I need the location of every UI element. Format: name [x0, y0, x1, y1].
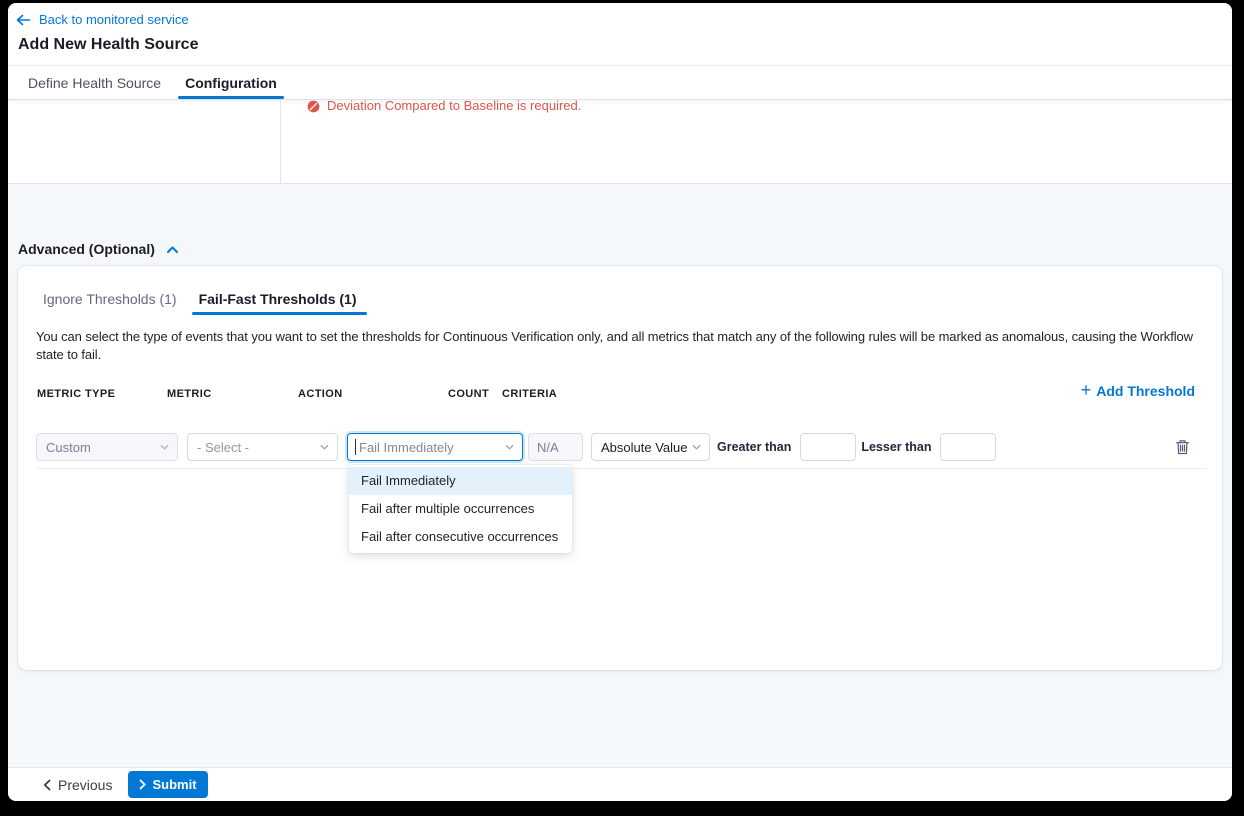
tab-define-health-source[interactable]: Define Health Source — [28, 66, 161, 99]
column-header-criteria: CRITERIA — [502, 388, 557, 400]
metric-type-select: Custom — [36, 433, 178, 461]
tab-configuration[interactable]: Configuration — [178, 66, 284, 99]
arrow-left-icon — [15, 13, 31, 27]
row-divider — [36, 468, 1207, 469]
error-circle-icon — [307, 100, 320, 113]
submit-label: Submit — [152, 777, 196, 792]
criteria-value: Absolute Value — [601, 440, 688, 455]
submit-button[interactable]: Submit — [128, 771, 207, 798]
greater-than-input[interactable] — [800, 433, 856, 461]
menu-item-fail-after-multiple[interactable]: Fail after multiple occurrences — [349, 495, 572, 523]
count-input: N/A — [528, 433, 583, 461]
configuration-panel: Deviation Compared to Baseline is requir… — [8, 100, 1232, 184]
metric-type-value: Custom — [46, 440, 91, 455]
error-message: Deviation Compared to Baseline is requir… — [327, 100, 581, 114]
back-button[interactable]: Back to monitored service — [8, 3, 189, 27]
threshold-row: Custom - Select - Fail Immediately — [36, 433, 1206, 461]
chevron-down-icon — [504, 442, 515, 453]
column-header-metric-type: METRIC TYPE — [37, 388, 115, 400]
delete-threshold-button[interactable] — [1175, 439, 1190, 455]
content-area: Advanced (Optional) Ignore Thresholds (1… — [8, 184, 1232, 767]
tab-fail-fast-thresholds[interactable]: Fail-Fast Thresholds (1) — [199, 291, 357, 315]
previous-label: Previous — [58, 777, 112, 793]
count-value: N/A — [537, 440, 559, 455]
plus-icon: + — [1081, 383, 1092, 397]
menu-item-fail-after-consecutive[interactable]: Fail after consecutive occurrences — [349, 523, 572, 551]
advanced-section-title: Advanced (Optional) — [18, 241, 155, 257]
action-select[interactable]: Fail Immediately — [347, 433, 523, 461]
column-header-action: ACTION — [298, 388, 343, 400]
greater-than-label: Greater than — [717, 440, 791, 454]
chevron-left-icon — [43, 779, 51, 791]
chevron-up-icon[interactable] — [166, 245, 179, 254]
column-header-count: COUNT — [448, 388, 489, 400]
metric-select[interactable]: - Select - — [187, 433, 338, 461]
page-title: Add New Health Source — [18, 36, 1232, 54]
wizard-footer: Previous Submit — [8, 767, 1232, 801]
thresholds-tab-bar: Ignore Thresholds (1) Fail-Fast Threshol… — [18, 266, 1222, 315]
thresholds-card: Ignore Thresholds (1) Fail-Fast Threshol… — [18, 266, 1222, 670]
chevron-down-icon — [319, 442, 330, 453]
add-threshold-button[interactable]: + Add Threshold — [1081, 383, 1195, 399]
back-link-label[interactable]: Back to monitored service — [39, 12, 189, 27]
right-panel: Deviation Compared to Baseline is requir… — [281, 100, 1232, 183]
lesser-than-label: Lesser than — [861, 440, 931, 454]
action-dropdown-menu: Fail Immediately Fail after multiple occ… — [349, 465, 572, 553]
trash-icon — [1175, 439, 1190, 455]
advanced-section-header: Advanced (Optional) — [18, 241, 179, 257]
page-header: Back to monitored service Add New Health… — [8, 3, 1232, 66]
thresholds-description: You can select the type of events that y… — [36, 328, 1200, 364]
metric-placeholder: - Select - — [197, 440, 249, 455]
column-header-metric: METRIC — [167, 388, 212, 400]
tab-ignore-thresholds[interactable]: Ignore Thresholds (1) — [43, 291, 177, 315]
action-value: Fail Immediately — [359, 440, 454, 455]
app-window: Back to monitored service Add New Health… — [8, 3, 1232, 801]
add-threshold-label: Add Threshold — [1096, 383, 1195, 399]
chevron-down-icon — [159, 442, 170, 453]
wizard-tab-bar: Define Health Source Configuration — [8, 66, 1232, 100]
screenshot-frame: Back to monitored service Add New Health… — [0, 0, 1244, 816]
text-cursor — [355, 439, 356, 455]
lesser-than-input[interactable] — [940, 433, 996, 461]
menu-item-fail-immediately[interactable]: Fail Immediately — [349, 467, 572, 495]
thresholds-table-header: METRIC TYPE METRIC ACTION COUNT CRITERIA… — [18, 384, 1222, 406]
chevron-right-icon — [139, 779, 146, 790]
previous-button[interactable]: Previous — [43, 777, 112, 793]
criteria-select[interactable]: Absolute Value — [591, 433, 710, 461]
validation-error: Deviation Compared to Baseline is requir… — [307, 100, 1232, 114]
chevron-down-icon — [691, 442, 702, 453]
left-panel — [8, 100, 281, 183]
